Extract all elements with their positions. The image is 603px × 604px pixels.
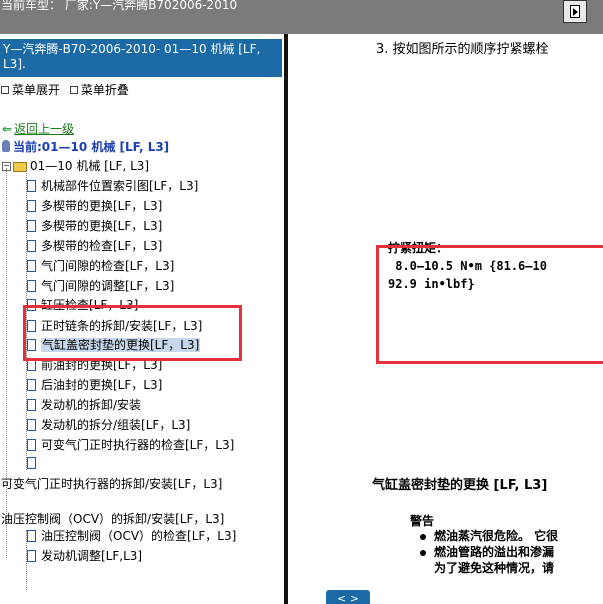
document-icon xyxy=(27,439,36,451)
document-icon xyxy=(27,200,36,212)
bullet-icon xyxy=(420,549,426,556)
document-icon xyxy=(27,240,36,252)
list-item: 燃油蒸汽很危险。 它很 xyxy=(420,528,558,544)
arrow-right-icon xyxy=(573,8,578,16)
tree-item[interactable]: 多楔带的更换[LF，L3] xyxy=(27,197,162,214)
document-icon xyxy=(27,180,36,192)
document-icon xyxy=(27,530,36,542)
menu-collapse-button[interactable]: 菜单折叠 xyxy=(81,83,129,97)
back-label[interactable]: 返回上一级 xyxy=(14,122,74,136)
bullet-icon xyxy=(420,533,426,540)
back-link[interactable]: ⇐ 返回上一级 xyxy=(2,120,74,137)
toggle-panel-button[interactable] xyxy=(563,0,587,23)
tree-item[interactable]: 发动机的拆卸/安装 xyxy=(27,396,141,413)
highlight-box xyxy=(376,245,603,364)
current-label: 当前:01—10 机械 [LF, L3] xyxy=(13,140,170,154)
tree-item[interactable]: 油压控制阀（OCV）的拆卸/安装[LF，L3] xyxy=(1,510,224,527)
tree-item[interactable]: 多楔带的更换[LF，L3] xyxy=(27,217,162,234)
document-icon xyxy=(27,379,36,391)
tree-item[interactable]: 后油封的更换[LF，L3] xyxy=(27,376,162,393)
tree-item[interactable]: 发动机的拆分/组装[LF，L3] xyxy=(27,416,190,433)
back-arrow-icon: ⇐ xyxy=(2,122,13,136)
document-icon xyxy=(27,457,36,469)
menu-expand-button[interactable]: 菜单展开 xyxy=(12,83,60,97)
warning-title: 警告 xyxy=(410,514,435,528)
document-icon xyxy=(27,280,36,292)
tree-root-label: 01—10 机械 [LF, L3] xyxy=(30,159,150,173)
tree-root-node[interactable]: −01—10 机械 [LF, L3] xyxy=(2,157,149,174)
menu-controls: 菜单展开 菜单折叠 xyxy=(0,81,129,98)
section-header: Y—汽奔腾-B70-2006-2010- 01—10 机械 [LF, L3]. xyxy=(0,39,282,77)
current-location: 当前:01—10 机械 [LF, L3] xyxy=(2,138,169,155)
content-panel: 3. 按如图所示的顺序拧紧螺栓 拧紧扭矩： 8.0—10.5 N•m {81.6… xyxy=(288,34,603,604)
document-icon xyxy=(27,260,36,272)
tree-item[interactable]: 多楔带的检查[LF，L3] xyxy=(27,237,162,254)
tree-item[interactable]: 气门间隙的检查[LF，L3] xyxy=(27,257,174,274)
folder-icon xyxy=(13,161,27,172)
navigation-panel: Y—汽奔腾-B70-2006-2010- 01—10 机械 [LF, L3]. … xyxy=(0,34,284,604)
window-title: 当前车型： 厂家:Y—汽奔腾B702006-2010 xyxy=(1,0,238,12)
tree-item[interactable]: 发动机调整[LF,L3] xyxy=(27,547,142,564)
tree-item[interactable]: 油压控制阀（OCV）的检查[LF，L3] xyxy=(27,527,236,544)
section-title: 气缸盖密封垫的更换 [LF, L3] xyxy=(372,478,548,493)
document-icon xyxy=(27,399,36,411)
document-icon xyxy=(27,220,36,232)
title-bar: 当前车型： 厂家:Y—汽奔腾B702006-2010 xyxy=(0,0,603,34)
tree-item[interactable]: 气门间隙的调整[LF，L3] xyxy=(27,277,174,294)
step-instruction: 3. 按如图所示的顺序拧紧螺栓 xyxy=(376,42,549,57)
list-item: 燃油管路的溢出和渗漏 xyxy=(420,544,558,560)
warning-list: 燃油蒸汽很危险。 它很 燃油管路的溢出和渗漏 为了避免这种情况，请 xyxy=(420,528,558,576)
page-nav-button[interactable]: < > xyxy=(326,590,370,604)
expand-icon xyxy=(1,86,9,94)
tree-item[interactable]: 机械部件位置索引图[LF，L3] xyxy=(27,177,198,194)
tree-line xyxy=(6,168,7,558)
tree-item[interactable]: 可变气门正时执行器的拆卸/安装[LF，L3] xyxy=(1,475,222,492)
tree-item[interactable] xyxy=(27,456,41,470)
document-icon xyxy=(27,550,36,562)
list-item: 为了避免这种情况，请 xyxy=(434,561,555,575)
location-pin-icon xyxy=(2,140,10,152)
document-icon xyxy=(27,419,36,431)
tree-item[interactable]: 可变气门正时执行器的检查[LF，L3] xyxy=(27,436,234,453)
highlight-box xyxy=(23,305,242,361)
collapse-icon xyxy=(69,86,78,94)
